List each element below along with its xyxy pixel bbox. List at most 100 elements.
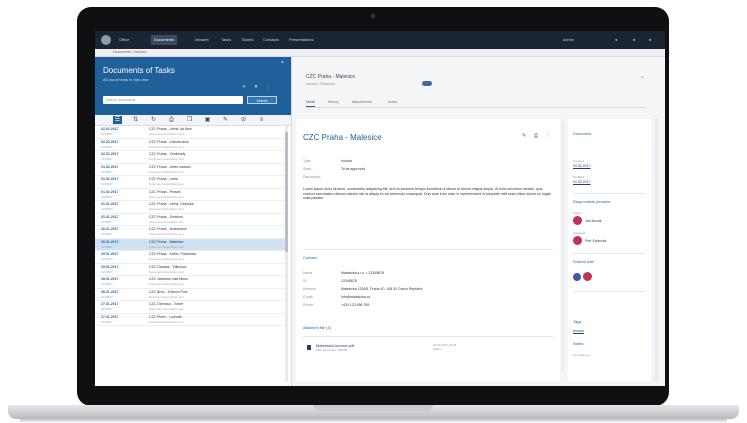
nav-item-tickets[interactable]: Tickets [241, 35, 254, 45]
list-item[interactable]: 31.01.2017 1234567 CZC Praha - Letna, Dejv… [95, 201, 285, 214]
refresh-icon[interactable]: ↻ [149, 116, 158, 124]
contact-value: Malesicka 1234/5, Praha 10, 108 00 Czech… [341, 287, 423, 291]
list-item[interactable]: 01.02.2017 1234567 CZC Praha - Ladvi Docume… [95, 176, 285, 189]
item-title: CZC Plzen - Lochotin [149, 314, 183, 319]
print-icon[interactable]: ⎙ [167, 116, 176, 124]
list-view-icon[interactable]: ☰ [113, 116, 122, 124]
item-title: CZC Praha - Letna 1st floor [149, 127, 192, 131]
list-item[interactable]: 01.02.2017 1234567 CZC Praha - Prosek Docum… [95, 189, 285, 201]
divider [573, 253, 645, 254]
delete-icon[interactable]: ⊝ [239, 116, 248, 124]
sidebar-link[interactable]: 02.02.2017 [573, 180, 591, 184]
detail-scrollbar[interactable] [562, 121, 564, 371]
detail-header-title: CZC Praha - Malesice [306, 74, 356, 80]
settings-icon[interactable]: ≡ [257, 116, 266, 124]
status-badge [422, 81, 432, 86]
list-item[interactable]: 27.01.2017 1234567 CZC Plzen - Lochotin Doc… [95, 314, 285, 326]
list-item[interactable]: 01.02.2017 1234567 CZC Praha - Liben nadra… [95, 164, 285, 176]
divider [573, 291, 645, 292]
list-item[interactable]: 29.01.2017 1234567 CZC Ostrava - Vitkovice… [95, 264, 285, 276]
avatar[interactable] [583, 272, 592, 281]
nav-item-contacts[interactable]: Contacts [263, 35, 279, 45]
list-item[interactable]: 31.01.2017 1234567 CZC Praha - Smichov Docu… [95, 214, 285, 226]
item-subtitle: Document description text [149, 319, 184, 324]
sort-icon[interactable]: ⇅ [131, 116, 140, 124]
close-icon[interactable]: × [281, 60, 284, 66]
sidebar-section-title: Tags [573, 319, 582, 324]
contact-value[interactable]: info@malesicka.cz [341, 295, 370, 299]
avatar[interactable] [573, 236, 582, 245]
attachments-section-title: Attached file (1) [303, 325, 332, 330]
owner-name[interactable]: Jan Novak [585, 219, 602, 223]
list-item[interactable]: 30.01.2017 1234567 CZC Praha - Malesice Doc… [95, 238, 285, 251]
item-code: 1234567 [101, 257, 113, 261]
list-item[interactable]: 27.01.2017 1234567 CZC Olomouc - Sever Docu… [95, 301, 285, 314]
edit-icon[interactable]: ✎ [221, 116, 230, 124]
nav-item-intranet[interactable]: Intranet [195, 35, 209, 45]
tab-notes[interactable]: Notes [388, 98, 397, 106]
attachment-item[interactable]: Malesicka-invoice.pdf PDF document, 245 … [303, 336, 553, 359]
list-item[interactable]: 28.01.2017 1234567 CZC Jablonec nad Nisou D… [95, 276, 285, 289]
item-code: 1234567 [101, 169, 113, 174]
settings-icon[interactable]: ● [633, 35, 635, 45]
print-icon[interactable]: ⎙ [534, 133, 538, 139]
item-date: 27.01.2017 [101, 314, 119, 319]
list-scrollbar-thumb[interactable] [285, 132, 288, 252]
user-menu[interactable]: admin [563, 35, 574, 45]
field-label: State [303, 167, 312, 171]
list-item[interactable]: 30.01.2017 1234567 CZC Praha - Holesovice D… [95, 226, 285, 239]
filter-icon[interactable]: ▾ [253, 84, 259, 90]
sidebar-link[interactable]: 02.02.2017 [573, 164, 591, 168]
item-code: 1234567 [101, 194, 113, 199]
app-logo[interactable] [101, 35, 111, 45]
sidebar-section-title: Document [573, 131, 592, 136]
search-button[interactable]: Search [247, 96, 277, 104]
item-date: 31.01.2017 [101, 214, 119, 219]
avatar[interactable] [573, 216, 582, 225]
item-subtitle: Document description text [149, 169, 184, 174]
grid-icon[interactable]: ● [649, 35, 651, 45]
tab-attachments[interactable]: Attachments [352, 98, 371, 106]
folder-icon[interactable]: ▣ [203, 116, 212, 124]
list-item[interactable]: 02.02.2017 1234567 CZC Praha - Letna 1st f… [95, 126, 285, 139]
camera [371, 14, 375, 18]
tab-history[interactable]: History [328, 98, 339, 106]
more-icon[interactable]: ⋮ [265, 84, 271, 90]
search-input[interactable]: Search documents... [103, 96, 243, 104]
item-subtitle: Document description text [149, 294, 184, 299]
list-item[interactable]: 29.01.2017 1234567 CZC Praha - Karlin, Pal… [95, 251, 285, 264]
tab-detail[interactable]: Detail [306, 98, 315, 107]
contact-label: Phone [303, 303, 314, 307]
list-item[interactable]: 02.02.2017 1234567 CZC Praha - Vinohrady Do… [95, 151, 285, 164]
list-header: × Documents of Tasks All documents in th… [95, 57, 291, 115]
contact-label: ID [303, 279, 307, 283]
item-date: 28.01.2017 [101, 289, 119, 294]
item-date: 02.02.2017 [101, 152, 119, 156]
item-code: 1234567 [101, 282, 113, 286]
nav-item-presentations[interactable]: Presentations [289, 35, 313, 45]
item-title: CZC Praha - Malesice [149, 239, 184, 244]
page-scrollbar[interactable] [655, 119, 658, 381]
nav-item-documents[interactable]: Documents [151, 35, 178, 45]
nav-item-office[interactable]: Office [119, 35, 129, 45]
nav-item-tasks[interactable]: Tasks [221, 35, 231, 45]
more-icon[interactable]: ⋮ [546, 133, 551, 139]
item-subtitle: Document description text [149, 269, 184, 274]
list-item[interactable]: 02.02.2017 1234567 CZC Praha - Lidicka uli… [95, 139, 285, 151]
edit-icon[interactable]: ✎ [522, 133, 526, 139]
list-item[interactable]: 28.01.2017 1234567 CZC Brno - Kralovo Pole… [95, 289, 285, 301]
add-icon[interactable]: + [241, 84, 247, 90]
bell-icon[interactable]: ● [615, 35, 617, 45]
sidebar-label: Modified [573, 175, 585, 179]
assigned-name[interactable]: Petr Svoboda [585, 239, 606, 243]
screen: Office Documents Intranet Tasks Tickets … [95, 31, 665, 386]
copy-icon[interactable]: ❐ [185, 116, 194, 124]
contact-value[interactable]: Malesicka s.r.o. • 12345678 [341, 271, 384, 275]
close-detail-icon[interactable]: × [641, 75, 644, 81]
shared-group-icon[interactable] [573, 273, 581, 281]
field-label: Description [303, 175, 321, 179]
sidebar-section-title: Responsible persons [573, 199, 611, 204]
tag[interactable]: Invoice [573, 329, 584, 333]
item-title: CZC Praha - Holesovice [149, 227, 187, 231]
breadcrumb[interactable]: Documents / Invoices [113, 49, 146, 56]
